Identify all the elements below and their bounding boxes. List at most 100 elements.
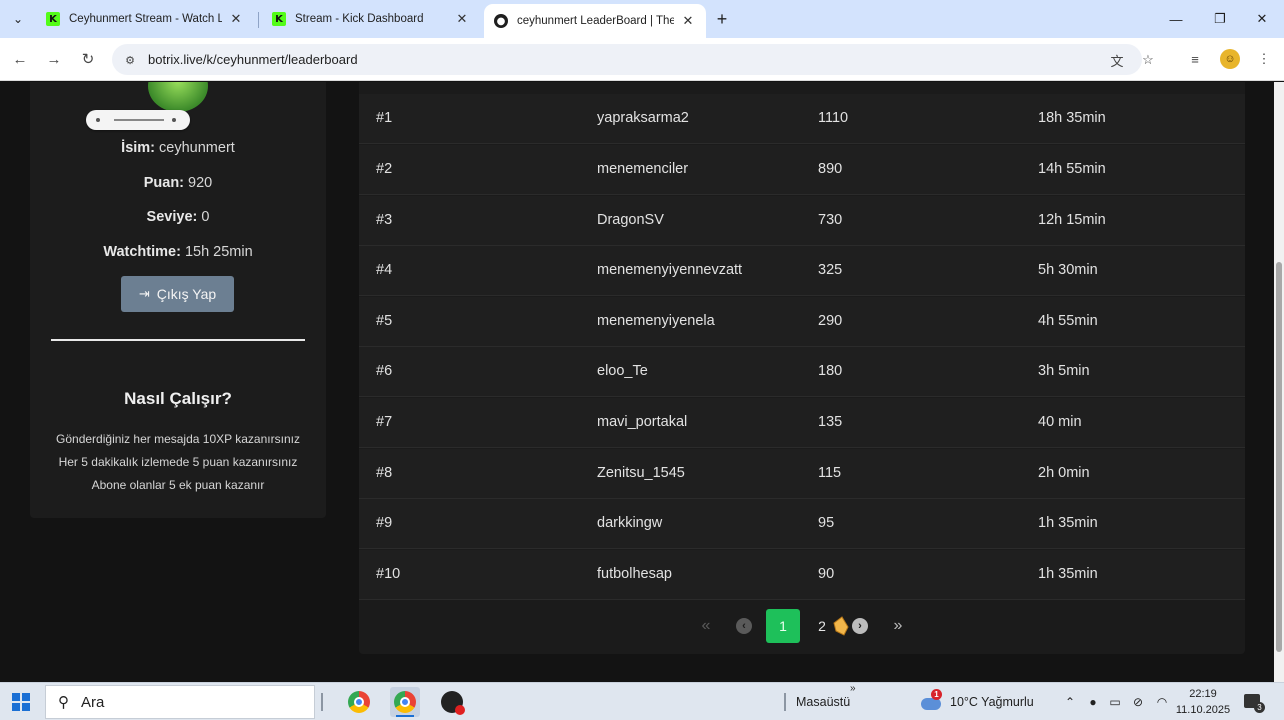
prev-page-button[interactable]: ‹ xyxy=(734,609,754,643)
points-cell: 115 xyxy=(818,465,842,481)
menu-kebab-icon[interactable]: ⋮ xyxy=(1254,49,1274,69)
microphone-icon[interactable]: ● xyxy=(1085,694,1101,710)
first-page-icon[interactable]: « xyxy=(696,609,716,643)
desktop-toolbar-label[interactable]: Masaüstü xyxy=(796,695,850,709)
seviye-value: 0 xyxy=(201,209,210,225)
notification-count-badge: 3 xyxy=(1254,702,1265,713)
table-row: #8 Zenitsu_1545 115 2h 0min xyxy=(359,449,1245,499)
notification-center-icon[interactable]: 3 xyxy=(1244,694,1265,713)
username-cell: menemenyiyennevzatt xyxy=(597,262,743,278)
toolbar-overflow-icon[interactable]: » xyxy=(850,683,856,694)
restore-icon[interactable]: ❐ xyxy=(1198,0,1242,38)
taskbar-clock[interactable]: 22:19 11.10.2025 xyxy=(1172,686,1234,718)
close-icon[interactable]: ✕ xyxy=(454,11,470,27)
table-row: #10 futbolhesap 90 1h 35min xyxy=(359,550,1245,600)
rank-cell: #7 xyxy=(376,414,393,430)
windows-taskbar: ⚲ Ara Masaüstü » 1 10°C Yağmurlu ⌃ ● ▭ ⊘… xyxy=(0,682,1284,720)
weather-text[interactable]: 10°C Yağmurlu xyxy=(950,695,1034,709)
audio-player-widget[interactable] xyxy=(86,110,190,130)
points-cell: 730 xyxy=(818,212,843,228)
tab-title: ceyhunmert LeaderBoard | The xyxy=(517,15,674,27)
clock-time: 22:19 xyxy=(1189,688,1217,700)
seviye-label: Seviye: xyxy=(146,209,198,225)
profile-level-line: Seviye: 0 xyxy=(30,209,326,225)
battery-icon[interactable]: ▭ xyxy=(1107,694,1123,710)
last-page-icon[interactable]: » xyxy=(888,609,908,643)
page-2-button[interactable]: 2 xyxy=(812,609,832,643)
translate-icon[interactable]: 文 xyxy=(1108,51,1126,69)
points-cell: 1110 xyxy=(818,110,849,126)
rank-cell: #1 xyxy=(376,110,393,126)
browser-tab-1[interactable]: K Ceyhunmert Stream - Watch Live ✕ xyxy=(36,4,254,34)
how-it-works-line: Abone olanlar 5 ek puan kazanır xyxy=(91,478,265,492)
username-cell: DragonSV xyxy=(597,212,664,228)
section-divider xyxy=(51,339,305,341)
chrome-active-taskbar-icon[interactable] xyxy=(390,687,420,717)
weather-icon[interactable]: 1 xyxy=(921,689,943,712)
profile-avatar-icon[interactable]: ☺ xyxy=(1220,49,1240,69)
new-tab-plus-icon[interactable]: + xyxy=(712,9,732,29)
rank-cell: #4 xyxy=(376,262,393,278)
browser-toolbar: ← → ↻ ⚙ botrix.live/k/ceyhunmert/leaderb… xyxy=(0,38,1284,81)
tab-search-chevron-icon[interactable]: ⌄ xyxy=(8,9,28,29)
reload-icon[interactable]: ↻ xyxy=(76,47,100,71)
watchtime-cell: 14h 55min xyxy=(1038,161,1106,177)
browser-tab-3-active[interactable]: ● ceyhunmert LeaderBoard | The ✕ xyxy=(484,4,706,38)
wifi-icon[interactable]: ◠ xyxy=(1154,694,1170,710)
weather-alert-badge: 1 xyxy=(931,689,942,700)
scrollbar-thumb[interactable] xyxy=(1276,262,1282,652)
close-icon[interactable]: ✕ xyxy=(228,11,244,27)
url-text[interactable]: botrix.live/k/ceyhunmert/leaderboard xyxy=(148,52,358,67)
tab-title: Stream - Kick Dashboard xyxy=(295,13,424,25)
kick-logo-icon: K xyxy=(272,12,286,26)
obs-taskbar-icon[interactable] xyxy=(437,687,467,717)
how-it-works-title: Nasıl Çalışır? xyxy=(124,389,232,408)
page-content: İsim: ceyhunmert Puan: 920 Seviye: 0 Wat… xyxy=(0,82,1274,682)
watchtime-cell: 2h 0min xyxy=(1038,465,1090,481)
username-cell: menemenciler xyxy=(597,161,689,177)
windows-start-icon[interactable] xyxy=(12,693,30,711)
points-cell: 290 xyxy=(818,313,843,329)
audio-progress-bar[interactable] xyxy=(114,119,164,121)
search-icon: ⚲ xyxy=(58,694,69,711)
botrix-logo-icon: ● xyxy=(494,14,508,28)
page-1-button[interactable]: 1 xyxy=(766,609,800,643)
kick-logo-icon: K xyxy=(46,12,60,26)
table-row: #1 yapraksarma2 1110 18h 35min xyxy=(359,94,1245,144)
watchtime-cell: 40 min xyxy=(1038,414,1082,430)
window-close-icon[interactable]: ✕ xyxy=(1240,0,1284,38)
taskbar-search-box[interactable]: ⚲ Ara xyxy=(45,685,315,719)
chevron-up-icon[interactable]: ⌃ xyxy=(1062,694,1078,710)
next-page-icon: › xyxy=(852,618,868,634)
points-cell: 180 xyxy=(818,363,843,379)
logout-button[interactable]: ⇥ Çıkış Yap xyxy=(121,276,234,312)
points-cell: 95 xyxy=(818,515,835,531)
tab-separator xyxy=(258,12,259,28)
site-info-icon[interactable]: ⚙ xyxy=(122,52,138,68)
watchtime-cell: 18h 35min xyxy=(1038,110,1106,126)
play-icon[interactable] xyxy=(96,118,100,122)
minimize-icon[interactable]: — xyxy=(1154,0,1198,38)
taskbar-separator xyxy=(321,693,323,711)
isim-label: İsim: xyxy=(121,140,156,156)
volume-icon[interactable] xyxy=(172,118,176,122)
media-controls-icon[interactable]: ≡ xyxy=(1185,49,1205,69)
address-bar[interactable]: ⚙ botrix.live/k/ceyhunmert/leaderboard 文… xyxy=(112,44,1154,75)
back-arrow-icon[interactable]: ← xyxy=(8,47,32,71)
network-status-icon[interactable]: ⊘ xyxy=(1130,694,1146,710)
forward-arrow-icon[interactable]: → xyxy=(42,47,66,71)
points-cell: 890 xyxy=(818,161,843,177)
page-scrollbar[interactable] xyxy=(1274,82,1284,682)
next-page-button[interactable]: › xyxy=(850,609,870,643)
chrome-taskbar-icon[interactable] xyxy=(344,687,374,717)
table-row: #3 DragonSV 730 12h 15min xyxy=(359,196,1245,246)
bookmark-star-icon[interactable]: ☆ xyxy=(1139,51,1157,69)
taskbar-separator xyxy=(784,693,786,711)
close-icon[interactable]: ✕ xyxy=(680,13,696,29)
browser-tab-2[interactable]: K Stream - Kick Dashboard ✕ xyxy=(262,4,480,34)
isim-value: ceyhunmert xyxy=(159,140,235,156)
table-row: #5 menemenyiyenela 290 4h 55min xyxy=(359,297,1245,347)
points-cell: 90 xyxy=(818,566,835,582)
sign-out-icon: ⇥ xyxy=(138,286,150,301)
puan-label: Puan: xyxy=(143,175,185,191)
